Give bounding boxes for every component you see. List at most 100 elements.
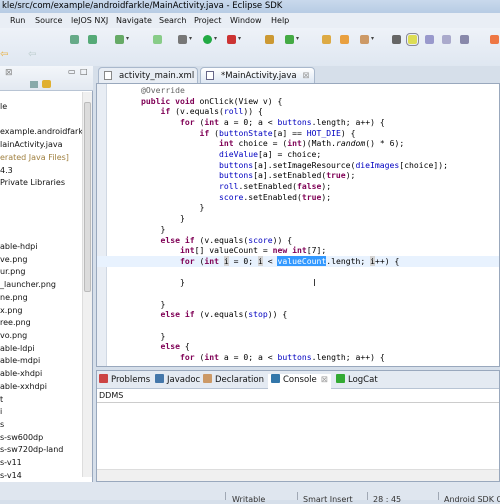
code-line[interactable]: else if (v.equals(stop)) { (97, 309, 499, 320)
menu-help[interactable]: Help (271, 16, 289, 25)
back-icon[interactable]: ⇦ (0, 49, 8, 60)
open-type-icon[interactable] (322, 35, 331, 44)
code-line[interactable]: int[] valueCount = new int[7]; (97, 245, 499, 256)
external-tools-icon[interactable] (227, 35, 236, 44)
code-line[interactable]: if (buttonState[a] == HOT_DIE) { (97, 128, 499, 139)
maximize-icon[interactable]: □ (80, 67, 88, 76)
code-line[interactable]: roll.setEnabled(false); (97, 181, 499, 192)
explorer-scrollbar[interactable] (82, 92, 92, 477)
checkbox-icon[interactable] (115, 35, 124, 44)
tab-activity-main-xml[interactable]: activity_main.xml (98, 67, 198, 83)
avd-manager-icon[interactable] (88, 35, 97, 44)
tree-item[interactable]: ve.png (0, 255, 27, 264)
tree-item[interactable]: able-xhdpi (0, 369, 42, 378)
tree-item[interactable]: able-xxhdpi (0, 382, 47, 391)
collapse-all-icon[interactable] (30, 81, 38, 88)
tree-item[interactable]: t (0, 395, 3, 404)
tree-item[interactable]: Private Libraries (0, 178, 65, 187)
tab-javadoc[interactable]: Javadoc (155, 374, 200, 385)
menu-project[interactable]: Project (194, 16, 221, 25)
tree-item[interactable]: example.androidfarkle (0, 127, 82, 136)
tree-item[interactable]: s-sw720dp-land (0, 445, 63, 454)
code-line[interactable]: score.setEnabled(true); (97, 192, 499, 203)
code-line[interactable]: else { (97, 341, 499, 352)
code-line[interactable] (97, 267, 499, 278)
tab-problems[interactable]: Problems (99, 374, 150, 385)
tree-item[interactable]: ne.png (0, 293, 28, 302)
tree-item[interactable]: le (0, 102, 7, 111)
tree-item[interactable]: i (0, 407, 2, 416)
run-icon[interactable] (203, 35, 212, 44)
code-line[interactable] (97, 320, 499, 331)
tree-item[interactable]: _launcher.png (0, 280, 56, 289)
new-package-icon[interactable] (265, 35, 274, 44)
paragraph-icon[interactable] (460, 35, 469, 44)
tree-item[interactable]: erated Java Files] (0, 153, 69, 162)
minimize-icon[interactable]: ▭ (68, 67, 76, 76)
menu-lejos[interactable]: leJOS NXJ (71, 16, 108, 25)
tree-item[interactable]: s-v11 (0, 458, 22, 467)
code-line[interactable]: @Override (97, 85, 499, 96)
code-line[interactable]: for (int a = 0; a < buttons.length; a++)… (97, 117, 499, 128)
menu-search[interactable]: Search (159, 16, 186, 25)
tree-item[interactable]: x.png (0, 306, 23, 315)
tab-declaration[interactable]: Declaration (203, 374, 264, 385)
menu-run[interactable]: Run (10, 16, 25, 25)
tab-main-activity-java[interactable]: *MainActivity.java ⊠ (200, 67, 315, 83)
code-line[interactable]: public void onClick(View v) { (97, 96, 499, 107)
console-hscrollbar[interactable] (97, 469, 499, 481)
close-view-icon[interactable]: ⊠ (5, 68, 13, 78)
forward-icon[interactable]: ⇦ (28, 49, 36, 60)
code-editor[interactable]: @Override public void onClick(View v) { i… (96, 83, 500, 367)
tree-item[interactable]: 4.3 (0, 166, 13, 175)
code-line[interactable]: buttons[a].setImageResource(dieImages[ch… (97, 160, 499, 171)
code-line[interactable]: for (int a = 0; a < buttons.length; a++)… (97, 352, 499, 363)
tab-console[interactable]: Console ⊠ (268, 374, 331, 389)
code-line[interactable]: buttons[a].setEnabled(true); (97, 170, 499, 181)
code-line[interactable]: } (97, 202, 499, 213)
scrollbar-thumb[interactable] (84, 102, 91, 292)
dropdown-arrow-icon[interactable]: ▾ (126, 35, 129, 42)
code-line[interactable]: else if (v.equals(score)) { (97, 235, 499, 246)
code-line[interactable]: int choice = (int)(Math.random() * 6); (97, 138, 499, 149)
show-whitespace-icon[interactable] (425, 35, 434, 44)
menu-window[interactable]: Window (230, 16, 262, 25)
tree-item[interactable]: vo.png (0, 331, 27, 340)
java-perspective-icon[interactable] (490, 35, 499, 44)
dropdown-arrow-icon[interactable]: ▾ (189, 35, 192, 42)
debug-icon[interactable] (178, 35, 187, 44)
tree-item[interactable]: ree.png (0, 318, 31, 327)
new-android-xml-icon[interactable] (153, 35, 162, 44)
code-line[interactable] (97, 288, 499, 299)
code-line[interactable]: } (97, 299, 499, 310)
close-tab-icon[interactable]: ⊠ (321, 375, 328, 385)
tree-item[interactable]: s-sw600dp (0, 433, 43, 442)
tree-item[interactable]: able-ldpi (0, 344, 35, 353)
dropdown-arrow-icon[interactable]: ▾ (296, 35, 299, 42)
tab-logcat[interactable]: LogCat (336, 374, 378, 385)
open-folder-icon[interactable] (340, 35, 349, 44)
code-line[interactable]: } (97, 331, 499, 342)
code-line[interactable]: } (97, 213, 499, 224)
dropdown-arrow-icon[interactable]: ▾ (238, 35, 241, 42)
dropdown-arrow-icon[interactable]: ▾ (214, 35, 217, 42)
tree-item[interactable]: s-v14 (0, 471, 22, 478)
block-selection-icon[interactable] (442, 35, 451, 44)
link-editor-icon[interactable] (42, 80, 51, 88)
tree-item[interactable]: s (0, 420, 4, 429)
code-line[interactable]: } (97, 277, 499, 288)
tree-item[interactable]: lainActivity.java (0, 140, 63, 149)
dropdown-arrow-icon[interactable]: ▾ (371, 35, 374, 42)
tree-item[interactable]: able-hdpi (0, 242, 37, 251)
menu-source[interactable]: Source (35, 16, 62, 25)
tree-item[interactable]: able-mdpi (0, 356, 40, 365)
close-tab-icon[interactable]: ⊠ (302, 71, 309, 81)
download-sdk-icon[interactable] (70, 35, 79, 44)
new-class-icon[interactable] (285, 35, 294, 44)
tree-item[interactable]: ur.png (0, 267, 25, 276)
search-icon[interactable] (360, 35, 369, 44)
code-line[interactable]: for (int i = 0; i < valueCount.length; i… (97, 255, 499, 267)
code-line[interactable]: } (97, 224, 499, 235)
pin-icon[interactable] (392, 35, 401, 44)
code-line[interactable]: if (v.equals(roll)) { (97, 106, 499, 117)
